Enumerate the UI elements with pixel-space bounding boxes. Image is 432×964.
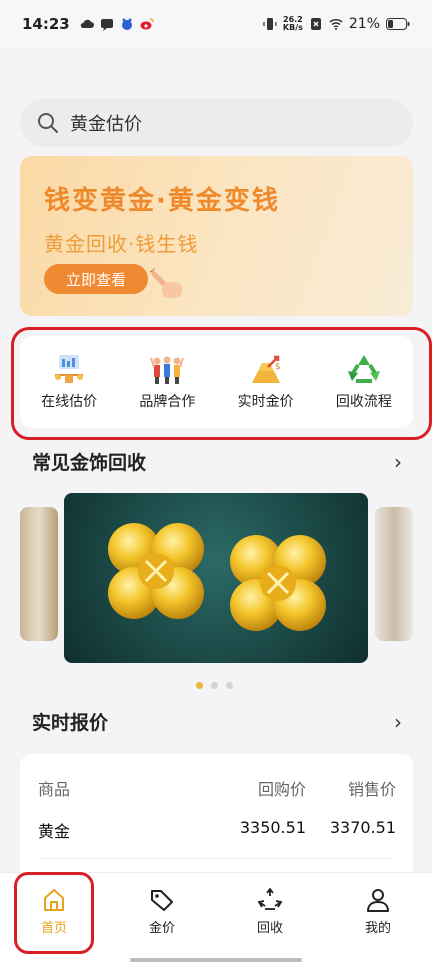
nav-label: 我的 — [364, 921, 391, 936]
valuation-scale-icon — [55, 355, 84, 383]
gesture-home-bar[interactable] — [130, 958, 302, 962]
gold-price-icon: $ — [251, 355, 281, 383]
carousel-dot[interactable] — [226, 682, 233, 689]
column-header-product: 商品 — [38, 780, 71, 799]
banner-subtitle: 黄金回收·钱生钱 — [44, 232, 199, 256]
sale-price: 3370.51 — [329, 818, 396, 837]
banner-title: 钱变黄金·黄金变钱 — [44, 186, 280, 216]
battery-percent: 21% — [348, 16, 380, 32]
status-right: 26.2 KB/s 21% — [263, 16, 410, 32]
tag-icon — [151, 890, 173, 911]
nav-item-home[interactable]: 首页 — [14, 887, 94, 964]
view-now-button[interactable]: 立即查看 — [44, 264, 148, 294]
quick-item-brand-cooperation[interactable]: 品牌合作 — [122, 353, 212, 411]
net-speed-unit: KB/s — [282, 23, 303, 32]
chevron-right-icon[interactable]: › — [394, 710, 402, 734]
status-left: 14:23 — [22, 15, 154, 33]
carousel-dot-active[interactable] — [196, 682, 203, 689]
nav-label: 首页 — [40, 921, 67, 936]
net-speed: 26.2 KB/s — [283, 16, 303, 32]
status-bar: 14:23 26.2 KB/s 21% — [0, 0, 432, 48]
weibo-icon — [140, 18, 154, 30]
price-table: 商品 回购价 销售价 黄金 3350.51 3370.51 — [20, 754, 413, 884]
search-input[interactable]: 黄金估价 — [70, 110, 142, 136]
section-title: 实时报价 — [32, 712, 109, 734]
quick-item-live-gold-price[interactable]: $ 实时金价 — [221, 353, 311, 411]
bottom-nav: 首页 金价 回收 我的 — [0, 872, 432, 964]
divider — [38, 858, 394, 859]
brand-team-icon — [150, 356, 185, 384]
carousel-indicator — [196, 682, 233, 689]
vibrate-icon — [263, 18, 277, 30]
nav-item-recycle[interactable]: 回收 — [230, 887, 310, 964]
quick-label: 品牌合作 — [139, 394, 196, 410]
sim-off-icon — [310, 18, 321, 30]
baidu-icon — [121, 18, 132, 30]
carousel-slide-next[interactable] — [375, 507, 413, 641]
chevron-right-icon[interactable]: › — [394, 450, 402, 474]
quick-menu: 在线估价 品牌合作 $ 实时金价 回收流程 — [20, 336, 413, 428]
search-bar[interactable]: 黄金估价 — [20, 99, 413, 147]
carousel-dot[interactable] — [211, 682, 218, 689]
buyback-price: 3350.51 — [239, 818, 306, 837]
home-icon — [44, 889, 64, 911]
quick-label: 回收流程 — [335, 394, 392, 410]
price-section-header[interactable]: 实时报价 › — [32, 708, 402, 735]
quick-item-online-valuation[interactable]: 在线估价 — [24, 353, 114, 411]
gold-earrings-image — [108, 523, 326, 631]
product-name: 黄金 — [38, 822, 71, 841]
column-header-buyback: 回购价 — [257, 780, 306, 799]
pointing-hand-icon — [149, 268, 182, 298]
carousel-slide-current[interactable] — [64, 493, 368, 663]
nav-label: 金价 — [148, 921, 175, 936]
nav-item-profile[interactable]: 我的 — [338, 887, 418, 964]
promo-banner[interactable]: 钱变黄金·黄金变钱 黄金回收·钱生钱 立即查看 — [20, 156, 413, 316]
recycle-icon — [257, 887, 283, 910]
nav-item-gold-price[interactable]: 金价 — [122, 887, 202, 964]
svg-text:$: $ — [275, 362, 281, 372]
battery-icon — [386, 18, 410, 30]
quick-label: 在线估价 — [41, 394, 98, 410]
cloud-icon — [80, 19, 94, 28]
section-title: 常见金饰回收 — [32, 452, 147, 474]
quick-item-recycle-process[interactable]: 回收流程 — [319, 353, 409, 411]
status-time: 14:23 — [22, 15, 70, 33]
quick-label: 实时金价 — [237, 394, 294, 410]
recycle-icon — [347, 355, 380, 383]
jewelry-section-header[interactable]: 常见金饰回收 › — [32, 448, 402, 475]
jewelry-carousel[interactable] — [0, 493, 432, 663]
price-table-header: 商品 回购价 销售价 — [38, 776, 396, 800]
user-icon — [367, 889, 389, 912]
nav-label: 回收 — [256, 921, 283, 936]
wifi-icon — [329, 18, 343, 30]
column-header-sale: 销售价 — [347, 780, 396, 799]
message-icon — [100, 19, 113, 31]
table-row[interactable]: 黄金 3350.51 3370.51 — [38, 818, 396, 842]
search-icon — [38, 113, 58, 133]
carousel-slide-prev[interactable] — [20, 507, 58, 641]
